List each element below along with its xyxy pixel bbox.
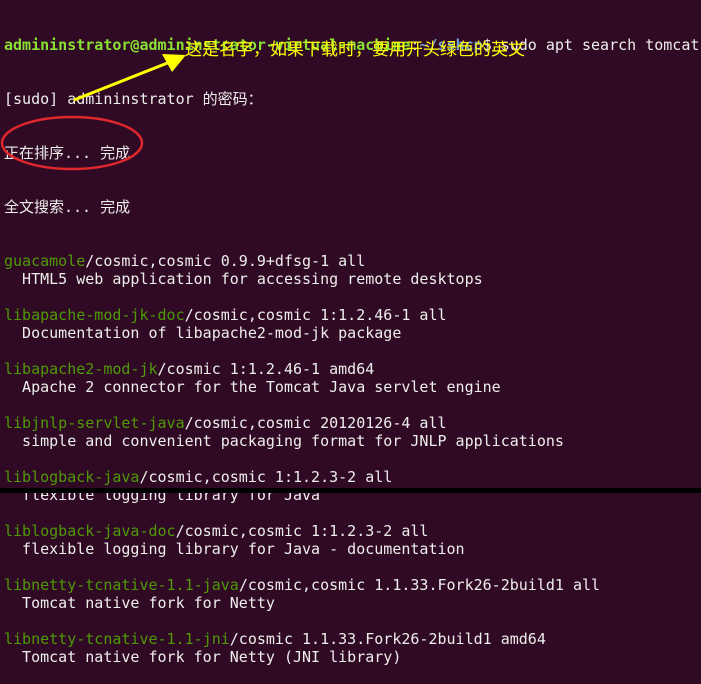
red-circle-annotation — [0, 115, 144, 171]
package-header: libnetty-tcnative-1.1-java/cosmic,cosmic… — [4, 576, 699, 594]
package-name: libnetty-tcnative-1.1-java — [4, 576, 239, 594]
package-info: /cosmic,cosmic 1.1.33.Fork26-2build1 all — [238, 576, 601, 594]
package-info: /cosmic 1.1.33.Fork26-2build1 amd64 — [229, 630, 546, 648]
package-info: /cosmic,cosmic 1:1.2.3-2 all — [175, 522, 429, 540]
package-description: Tomcat native fork for Netty — [4, 594, 275, 612]
annotation-overlay — [0, 54, 186, 171]
package-name: libnetty-tcnative-1.1-jni — [4, 630, 230, 648]
package-description: Tomcat native fork for Netty (JNI librar… — [4, 648, 402, 666]
package-header: liblogback-java-doc/cosmic,cosmic 1:1.2.… — [4, 522, 699, 540]
package-description: flexible logging library for Java - docu… — [4, 540, 465, 558]
package-header: libnetty-tcnative-1.1-jni/cosmic 1.1.33.… — [4, 630, 699, 648]
arrow-annotation-shaft — [73, 60, 171, 102]
window-bottom-border — [0, 488, 701, 493]
annotation-note: 这是名字，如果下载时，要用开头绿色的英文 — [185, 40, 525, 60]
package-name: liblogback-java-doc — [4, 522, 176, 540]
